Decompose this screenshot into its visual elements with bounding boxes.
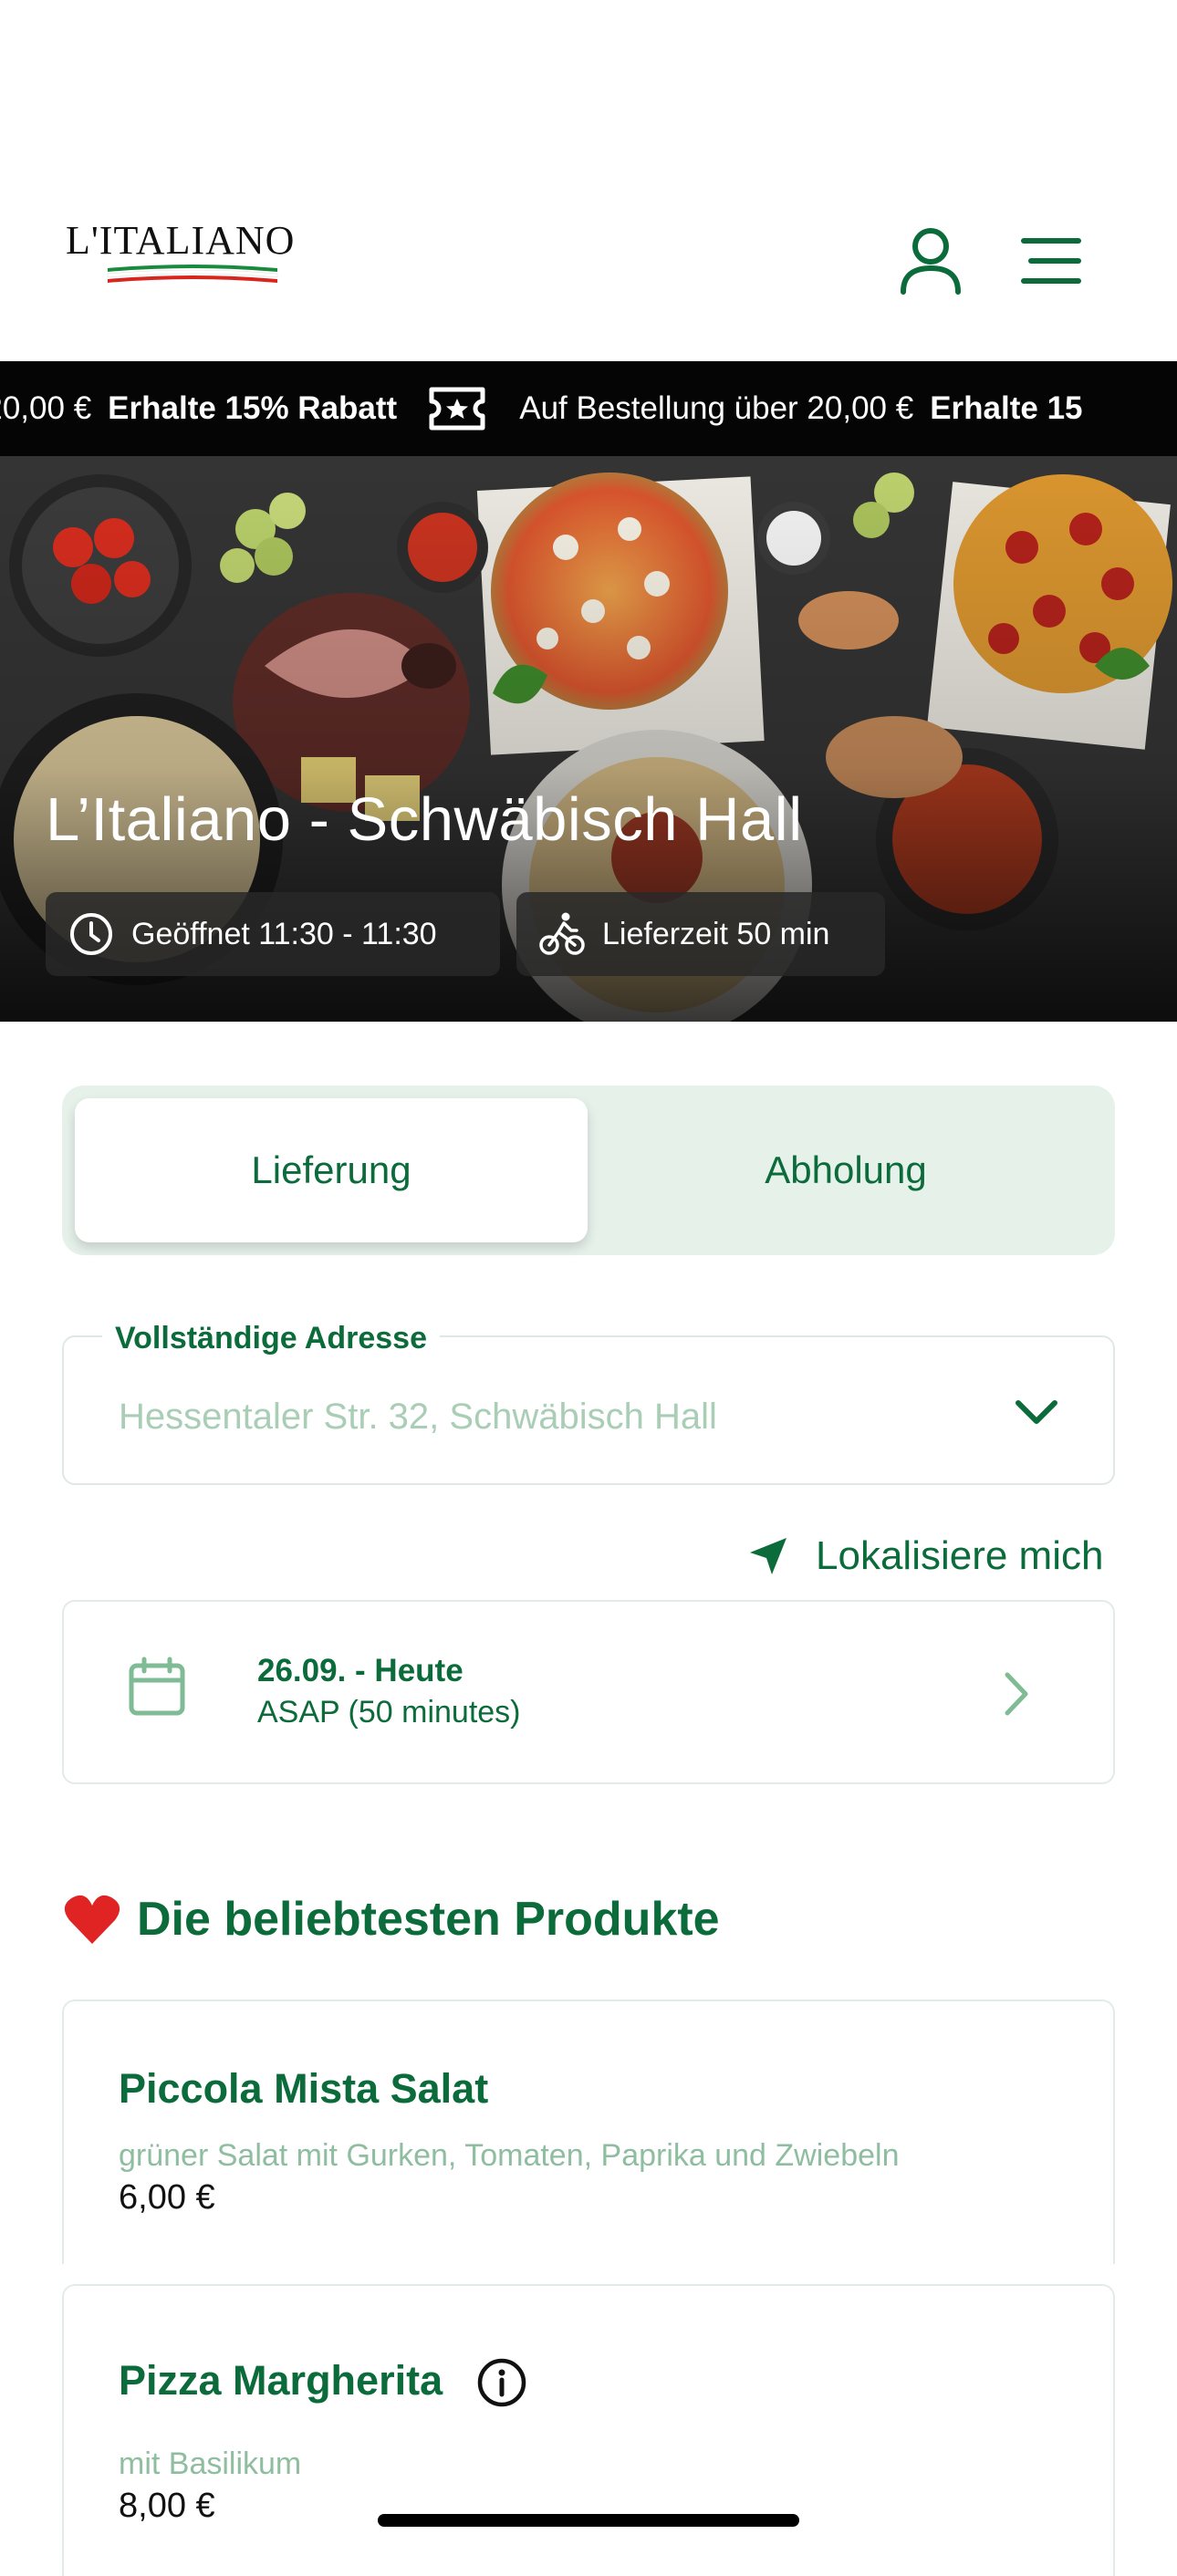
promo-discount: Erhalte 15 bbox=[930, 390, 1083, 426]
schedule-date: 26.09. - Heute bbox=[257, 1653, 464, 1688]
home-indicator[interactable] bbox=[378, 2514, 799, 2527]
promo-track: r 20,00 € Erhalte 15% Rabatt Auf Bestell… bbox=[0, 361, 1114, 456]
schedule-time: ASAP (50 minutes) bbox=[257, 1695, 521, 1729]
hamburger-menu-icon bbox=[1021, 238, 1081, 284]
opening-hours-badge: Geöffnet 11:30 - 11:30 bbox=[46, 892, 500, 976]
product-name: Piccola Mista Salat bbox=[119, 2065, 489, 2112]
delivery-time-badge: Lieferzeit 50 min bbox=[516, 892, 885, 976]
schedule-selector[interactable] bbox=[62, 1600, 1115, 1784]
delivery-time-text: Lieferzeit 50 min bbox=[602, 916, 830, 951]
chevron-right-icon bbox=[1005, 1672, 1028, 1716]
address-input[interactable] bbox=[119, 1385, 958, 1449]
restaurant-name: L’Italiano - Schwäbisch Hall bbox=[46, 785, 803, 854]
heart-icon bbox=[64, 1895, 120, 1944]
promo-banner: r 20,00 € Erhalte 15% Rabatt Auf Bestell… bbox=[0, 361, 1177, 456]
opening-hours-text: Geöffnet 11:30 - 11:30 bbox=[131, 916, 437, 951]
locate-me-label: Lokalisiere mich bbox=[816, 1533, 1104, 1578]
flag-swoosh bbox=[107, 265, 278, 283]
chevron-down-icon[interactable] bbox=[1013, 1394, 1060, 1430]
section-title: Die beliebtesten Produkte bbox=[64, 1892, 720, 1947]
product-name: Pizza Margherita bbox=[119, 2357, 443, 2404]
product-description: mit Basilikum bbox=[119, 2446, 302, 2481]
account-button[interactable] bbox=[894, 224, 967, 297]
tab-delivery[interactable]: Lieferung bbox=[75, 1098, 588, 1242]
promo-discount: Erhalte 15% Rabatt bbox=[108, 390, 398, 426]
product-card[interactable]: Piccola Mista Salat grüner Salat mit Gur… bbox=[62, 2000, 1115, 2264]
promo-text: r 20,00 € bbox=[0, 390, 92, 426]
promo-text: Auf Bestellung über 20,00 € bbox=[519, 390, 914, 426]
product-price: 6,00 € bbox=[119, 2178, 215, 2217]
section-title-text: Die beliebtesten Produkte bbox=[137, 1893, 720, 1946]
address-label: Vollständige Adresse bbox=[102, 1321, 440, 1356]
clock-icon bbox=[70, 913, 112, 955]
calendar-icon bbox=[129, 1657, 185, 1716]
product-card[interactable]: Pizza Margherita mit Basilikum 8,00 € bbox=[62, 2284, 1115, 2576]
info-icon[interactable] bbox=[476, 2357, 527, 2408]
product-description: grüner Salat mit Gurken, Tomaten, Paprik… bbox=[119, 2138, 900, 2173]
ticket-star-icon bbox=[429, 387, 485, 431]
logo-text: L'ITALIANO bbox=[66, 218, 296, 263]
product-price: 8,00 € bbox=[119, 2487, 215, 2525]
locate-me-button[interactable]: Lokalisiere mich bbox=[748, 1529, 1103, 1584]
brand-logo[interactable]: L'ITALIANO bbox=[66, 217, 294, 299]
tab-pickup[interactable]: Abholung bbox=[589, 1098, 1102, 1242]
location-arrow-icon bbox=[750, 1538, 786, 1574]
user-icon bbox=[901, 228, 961, 295]
menu-button[interactable] bbox=[1018, 234, 1091, 290]
bicycle-courier-icon bbox=[539, 912, 585, 955]
